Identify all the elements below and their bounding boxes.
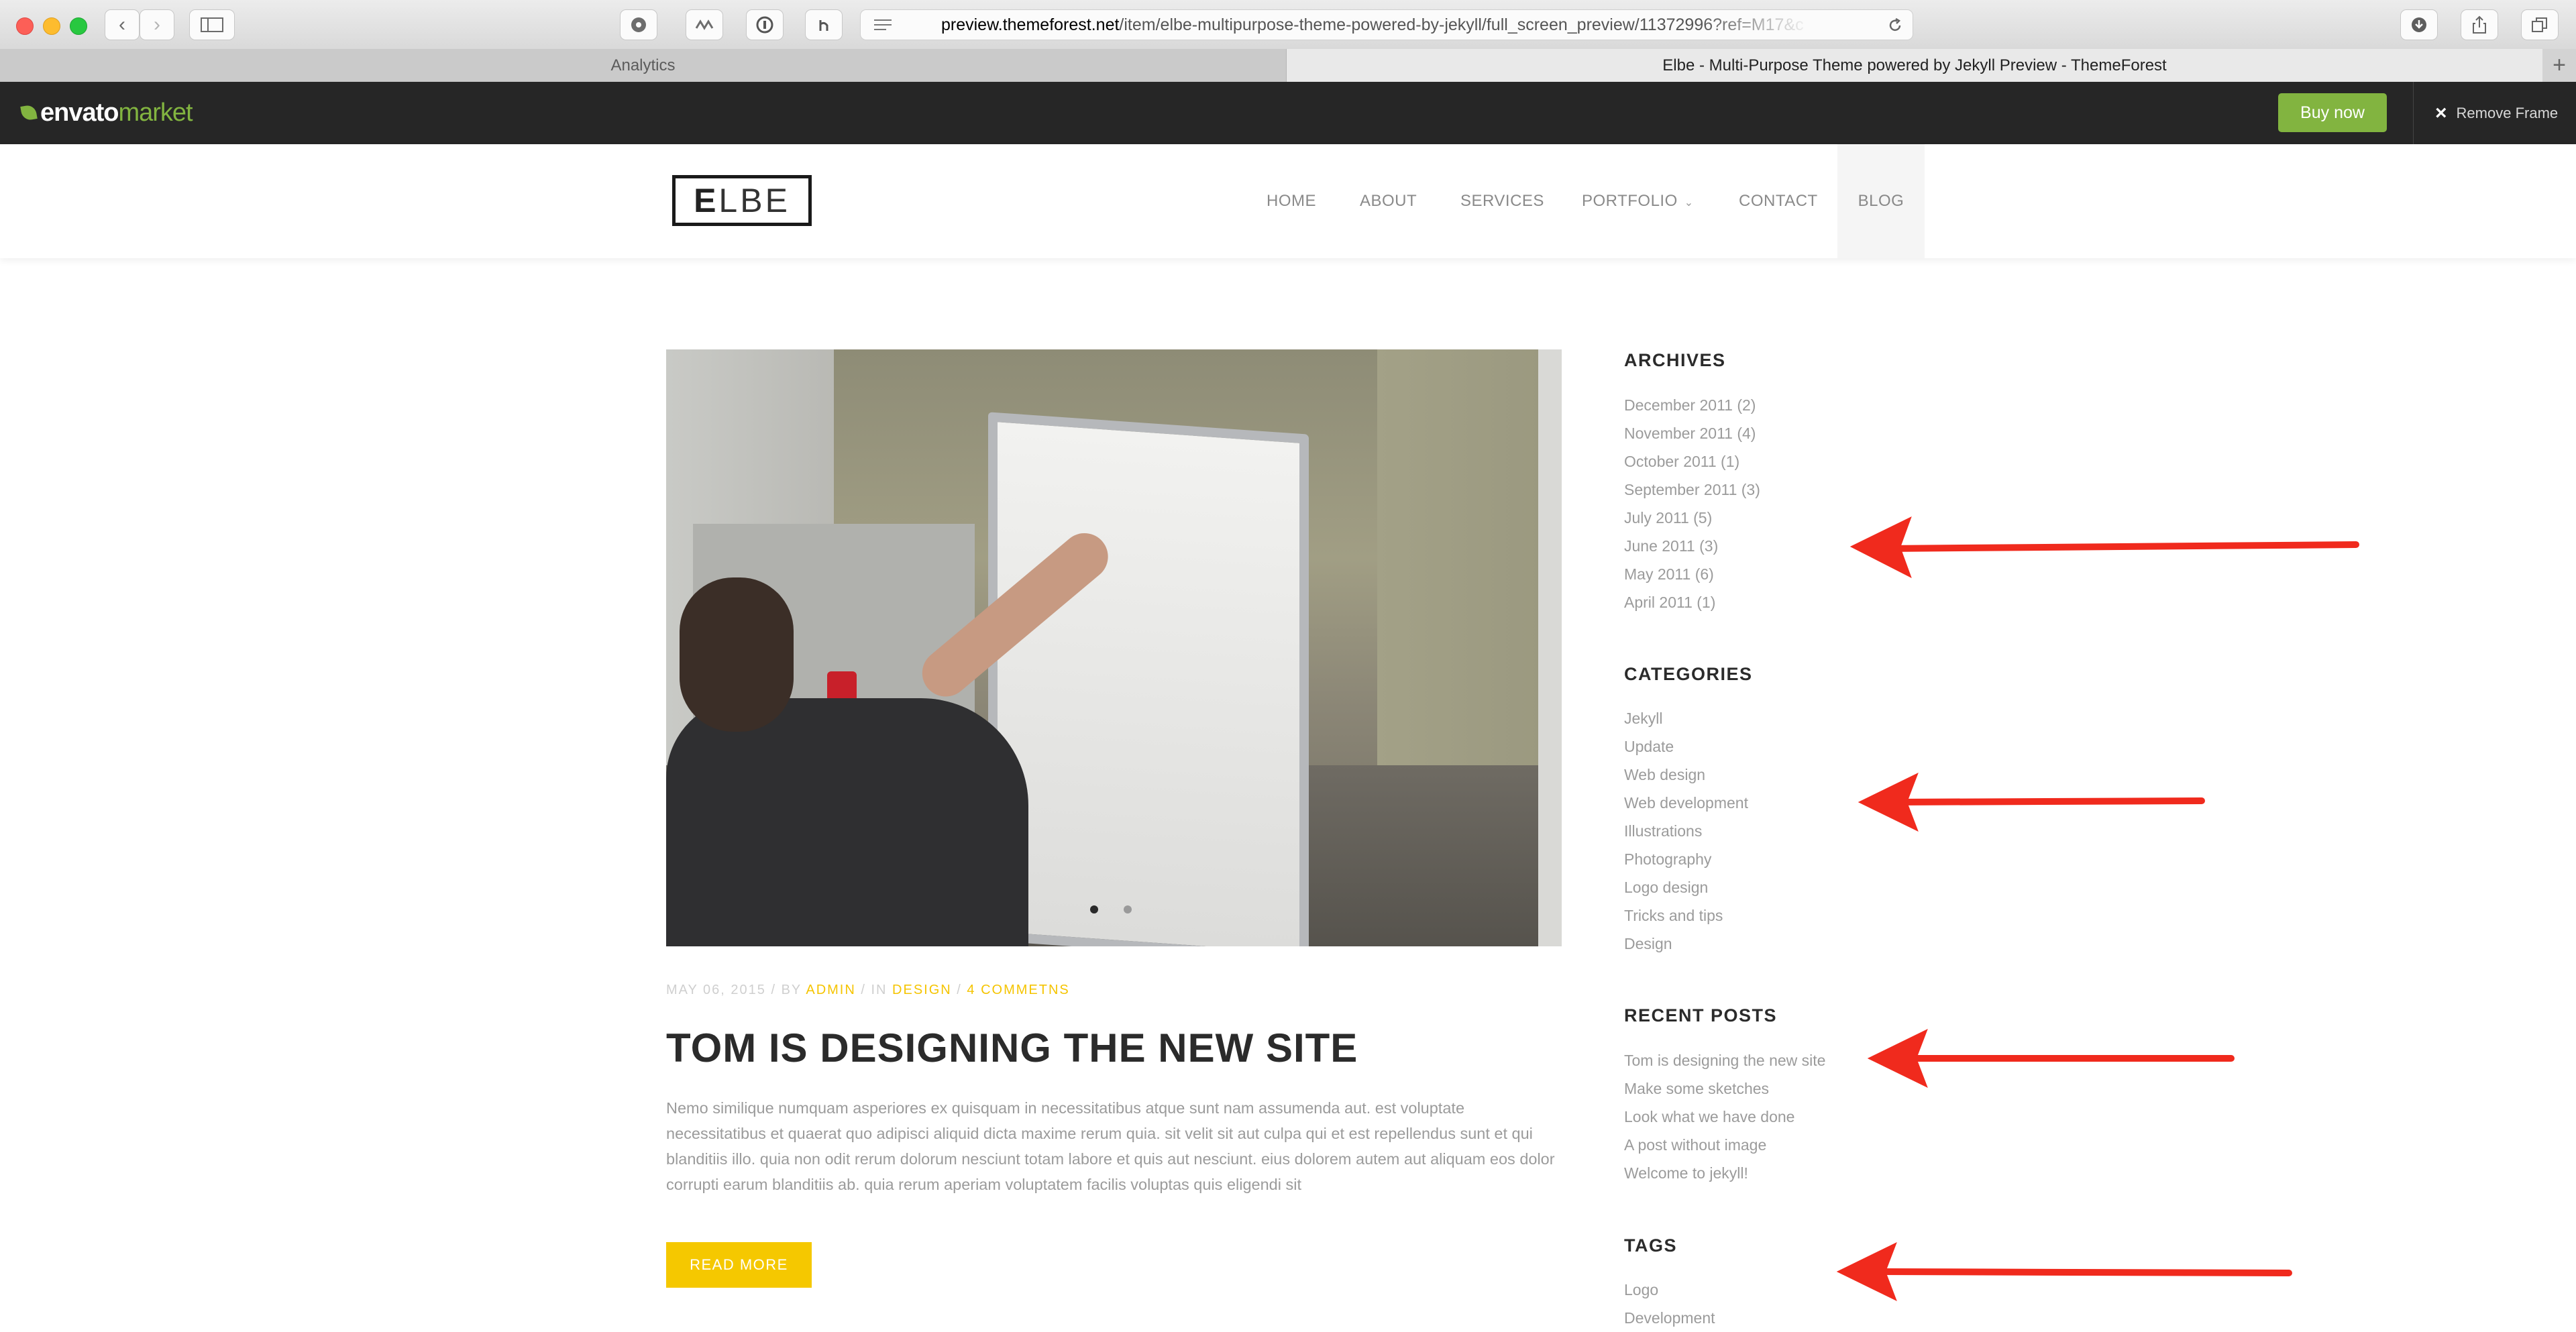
archive-link[interactable]: September 2011 (3)	[1624, 476, 1760, 504]
recent-posts-list: Tom is designing the new site Make some …	[1624, 1046, 1825, 1187]
forward-button[interactable]: ›	[140, 9, 174, 40]
close-icon: ×	[2435, 102, 2447, 124]
archives-title: ARCHIVES	[1624, 350, 1726, 370]
new-tab-button[interactable]: +	[2542, 49, 2576, 82]
person-image	[666, 698, 1028, 946]
password-icon	[756, 16, 773, 34]
shield-icon	[631, 17, 646, 32]
sidebar-toggle-button[interactable]	[189, 9, 235, 40]
arrow-icon	[1849, 516, 2359, 579]
slider-dot-2[interactable]	[1124, 905, 1132, 913]
archive-link[interactable]: October 2011 (1)	[1624, 447, 1760, 476]
tab-analytics[interactable]: Analytics	[0, 49, 1287, 82]
post-title[interactable]: TOM IS DESIGNING THE NEW SITE	[666, 1025, 1358, 1071]
tab-overview-button[interactable]	[2521, 9, 2559, 40]
extension-icon	[695, 19, 714, 30]
leaf-icon	[20, 104, 38, 121]
category-link[interactable]: Web design	[1624, 761, 1748, 789]
categories-title: CATEGORIES	[1624, 664, 1753, 684]
post-category-link[interactable]: DESIGN	[892, 983, 952, 997]
divider	[2413, 82, 2414, 144]
site-header: E LBE HOME ABOUT SERVICES PORTFOLIO ⌄ CONT…	[0, 144, 2576, 258]
nav-home[interactable]: HOME	[1267, 144, 1316, 258]
post-excerpt: Nemo similique numquam asperiores ex qui…	[666, 1099, 1555, 1193]
nav-blog[interactable]: BLOG	[1837, 144, 1925, 258]
archive-link[interactable]: May 2011 (6)	[1624, 560, 1760, 588]
envato-preview-bar: envato market Buy now × Remove Frame	[0, 82, 2576, 144]
archive-link[interactable]: December 2011 (2)	[1624, 391, 1760, 419]
whiteboard-image	[988, 412, 1309, 946]
slider-pagination	[1090, 905, 1132, 913]
categories-list: Jekyll Update Web design Web development…	[1624, 704, 1748, 958]
tabs-icon	[2532, 17, 2547, 32]
arrow-icon	[1858, 772, 2205, 832]
reader-icon	[874, 19, 892, 30]
extension-button-2[interactable]	[686, 9, 723, 40]
post-author-link[interactable]: ADMIN	[806, 983, 855, 997]
archive-link[interactable]: April 2011 (1)	[1624, 588, 1760, 616]
arrow-icon	[1867, 1028, 2235, 1089]
tab-elbe-preview[interactable]: Elbe - Multi-Purpose Theme powered by Je…	[1287, 49, 2542, 82]
arrow-icon	[1836, 1241, 2292, 1302]
reload-icon[interactable]	[1887, 17, 1903, 34]
post-meta: MAY 06, 2015 / BY ADMIN / IN DESIGN / 4 …	[666, 983, 1070, 997]
url-text: preview.themeforest.net/item/elbe-multip…	[941, 15, 1804, 34]
sidebar-icon	[201, 17, 223, 32]
share-icon	[2473, 15, 2486, 34]
tags-list: Logo Development	[1624, 1276, 1715, 1332]
chevron-left-icon: ‹	[119, 13, 125, 36]
tag-link[interactable]: Development	[1624, 1304, 1715, 1332]
downloads-button[interactable]	[2400, 9, 2438, 40]
recent-post-link[interactable]: Welcome to jekyll!	[1624, 1159, 1825, 1187]
maximize-window-button[interactable]	[70, 17, 87, 35]
remove-frame-button[interactable]: × Remove Frame	[2435, 102, 2558, 125]
chevron-right-icon: ›	[154, 13, 160, 36]
site-logo[interactable]: E LBE	[672, 175, 812, 226]
category-link[interactable]: Illustrations	[1624, 817, 1748, 845]
category-link[interactable]: Tricks and tips	[1624, 901, 1748, 930]
envato-market-logo[interactable]: envato market	[20, 99, 193, 127]
recent-post-link[interactable]: Look what we have done	[1624, 1103, 1825, 1131]
archives-list: December 2011 (2) November 2011 (4) Octo…	[1624, 391, 1760, 616]
nav-contact[interactable]: CONTACT	[1739, 144, 1818, 258]
back-button[interactable]: ‹	[105, 9, 140, 40]
nav-services[interactable]: SERVICES	[1460, 144, 1544, 258]
archive-link[interactable]: November 2011 (4)	[1624, 419, 1760, 447]
nav-portfolio[interactable]: PORTFOLIO ⌄	[1582, 144, 1694, 258]
address-bar[interactable]: preview.themeforest.net/item/elbe-multip…	[860, 9, 1913, 40]
tags-title: TAGS	[1624, 1235, 1677, 1256]
hootsuite-button[interactable]	[805, 9, 843, 40]
chevron-down-icon: ⌄	[1684, 197, 1694, 209]
category-link[interactable]: Photography	[1624, 845, 1748, 873]
recent-post-link[interactable]: A post without image	[1624, 1131, 1825, 1159]
close-window-button[interactable]	[16, 17, 34, 35]
hand-icon	[819, 20, 828, 31]
tag-link[interactable]: Logo	[1624, 1276, 1715, 1304]
post-featured-image[interactable]	[666, 349, 1562, 946]
category-link[interactable]: Logo design	[1624, 873, 1748, 901]
archive-link[interactable]: June 2011 (3)	[1624, 532, 1760, 560]
download-icon	[2412, 17, 2426, 32]
category-link[interactable]: Update	[1624, 732, 1748, 761]
minimize-window-button[interactable]	[43, 17, 60, 35]
category-link[interactable]: Design	[1624, 930, 1748, 958]
category-link[interactable]: Jekyll	[1624, 704, 1748, 732]
extension-button-1[interactable]	[620, 9, 657, 40]
password-manager-button[interactable]	[746, 9, 784, 40]
archive-link[interactable]: July 2011 (5)	[1624, 504, 1760, 532]
buy-now-button[interactable]: Buy now	[2278, 93, 2387, 132]
tab-bar: Analytics Elbe - Multi-Purpose Theme pow…	[0, 49, 2576, 82]
post-date: MAY 06, 2015	[666, 983, 766, 997]
nav-about[interactable]: ABOUT	[1360, 144, 1417, 258]
read-more-button[interactable]: READ MORE	[666, 1242, 812, 1288]
post-comments-link[interactable]: 4 COMMETNS	[967, 983, 1069, 997]
recent-post-link[interactable]: Make some sketches	[1624, 1074, 1825, 1103]
share-button[interactable]	[2461, 9, 2498, 40]
category-link[interactable]: Web development	[1624, 789, 1748, 817]
recent-post-link[interactable]: Tom is designing the new site	[1624, 1046, 1825, 1074]
slider-dot-1[interactable]	[1090, 905, 1098, 913]
browser-toolbar: ‹ › preview.themeforest.net/item/elbe-mu…	[0, 0, 2576, 50]
recent-posts-title: RECENT POSTS	[1624, 1005, 1778, 1025]
